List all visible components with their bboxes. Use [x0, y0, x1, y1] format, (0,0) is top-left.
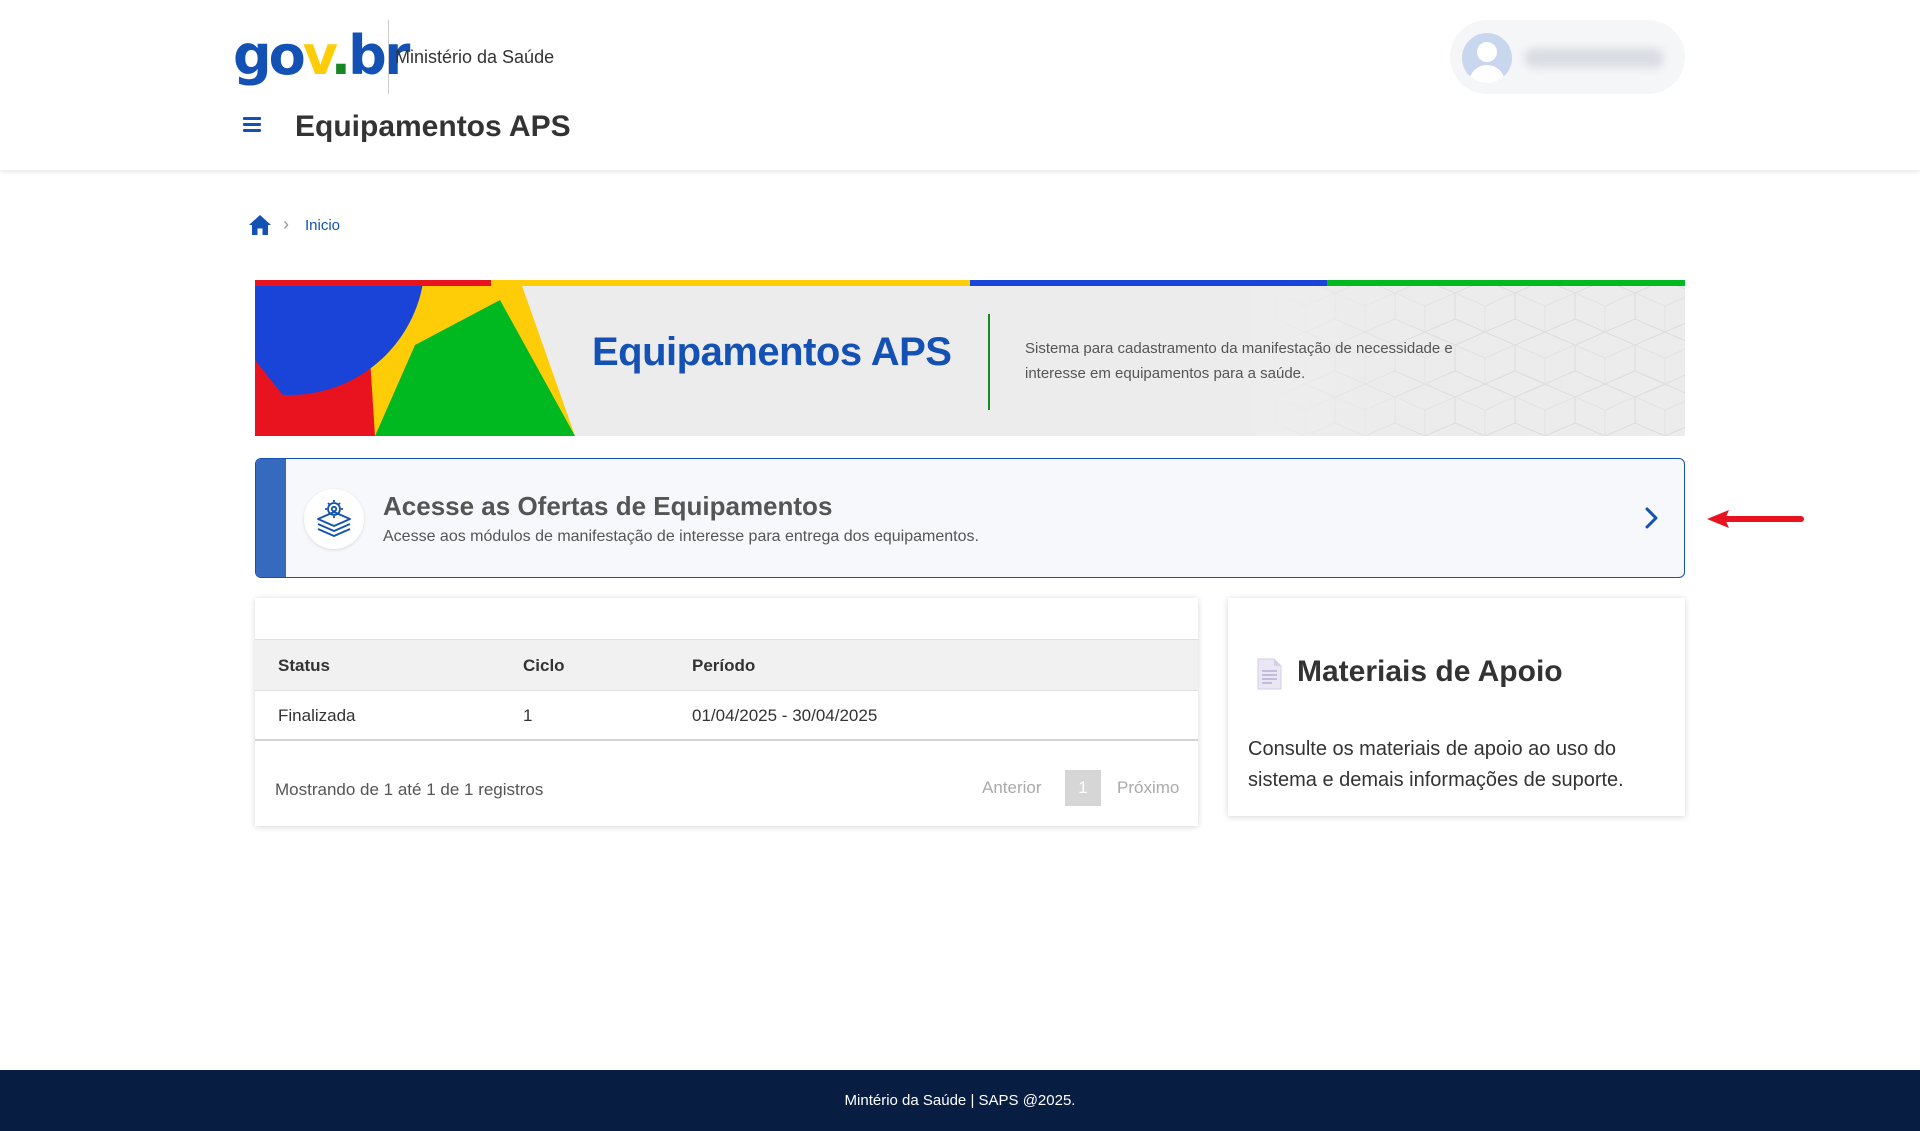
offers-subtitle: Acesse aos módulos de manifestação de in…	[383, 528, 979, 545]
avatar-icon	[1462, 33, 1512, 83]
footer-text: Mintério da Saúde | SAPS @2025.	[844, 1092, 1076, 1109]
breadcrumb-inicio[interactable]: Inicio	[305, 217, 340, 234]
logo-text-go: go	[233, 24, 306, 87]
chevron-right-icon: ›	[283, 214, 289, 234]
support-materials-card[interactable]: Materiais de Apoio Consulte os materiais…	[1228, 598, 1685, 816]
site-footer: Mintério da Saúde | SAPS @2025.	[0, 1070, 1920, 1131]
logo-divider	[388, 20, 389, 94]
user-name-blurred	[1524, 48, 1664, 68]
pagination-previous-button[interactable]: Anterior	[982, 778, 1042, 798]
banner-color-stripe	[255, 280, 1685, 286]
document-icon	[1257, 658, 1282, 690]
banner-description: Sistema para cadastramento da manifestaç…	[1025, 340, 1453, 382]
table-info: Mostrando de 1 até 1 de 1 registros	[275, 780, 544, 799]
hamburger-menu-icon[interactable]	[243, 115, 267, 135]
offers-title: Acesse as Ofertas de Equipamentos	[383, 491, 833, 521]
ministry-name: Ministério da Saúde	[395, 47, 555, 67]
banner-graphic	[255, 280, 1685, 436]
column-header-status[interactable]: Status	[278, 656, 330, 676]
site-header: gov.br Ministério da Saúde Equipamentos …	[0, 0, 1920, 170]
cell-periodo: 01/04/2025 - 30/04/2025	[692, 706, 878, 725]
cell-status: Finalizada	[278, 706, 356, 725]
hero-banner: Equipamentos APS Sistema para cadastrame…	[255, 280, 1685, 436]
home-icon[interactable]	[248, 214, 272, 236]
column-header-ciclo[interactable]: Ciclo	[523, 656, 565, 676]
annotation-arrow-icon	[1707, 510, 1804, 528]
user-menu[interactable]	[1450, 20, 1685, 94]
app-title: Equipamentos APS	[295, 110, 571, 143]
pagination-next-button[interactable]: Próximo	[1117, 778, 1179, 798]
pagination-page-1[interactable]: 1	[1065, 770, 1101, 806]
logo-text-v: v	[302, 24, 334, 87]
column-header-periodo[interactable]: Período	[692, 656, 755, 676]
logo-text-dot: .	[330, 24, 351, 87]
table-row[interactable]: Finalizada 1 01/04/2025 - 30/04/2025	[255, 691, 1198, 741]
cell-ciclo: 1	[523, 706, 533, 725]
offers-card-accent	[256, 459, 286, 577]
banner-divider	[988, 314, 990, 410]
table-header: Status Ciclo Período	[255, 639, 1198, 691]
banner-title: Equipamentos APS	[592, 330, 952, 374]
support-materials-text: Consulte os materiais de apoio ao uso do…	[1248, 738, 1624, 791]
support-materials-title: Materiais de Apoio	[1297, 655, 1563, 688]
cycles-table-card: Status Ciclo Período Finalizada 1 01/04/…	[255, 598, 1198, 826]
equipment-layers-icon	[304, 489, 364, 549]
chevron-right-icon[interactable]	[1636, 503, 1666, 533]
govbr-logo[interactable]: gov.br	[233, 24, 410, 87]
offers-link-card[interactable]: Acesse as Ofertas de Equipamentos Acesse…	[255, 458, 1685, 578]
